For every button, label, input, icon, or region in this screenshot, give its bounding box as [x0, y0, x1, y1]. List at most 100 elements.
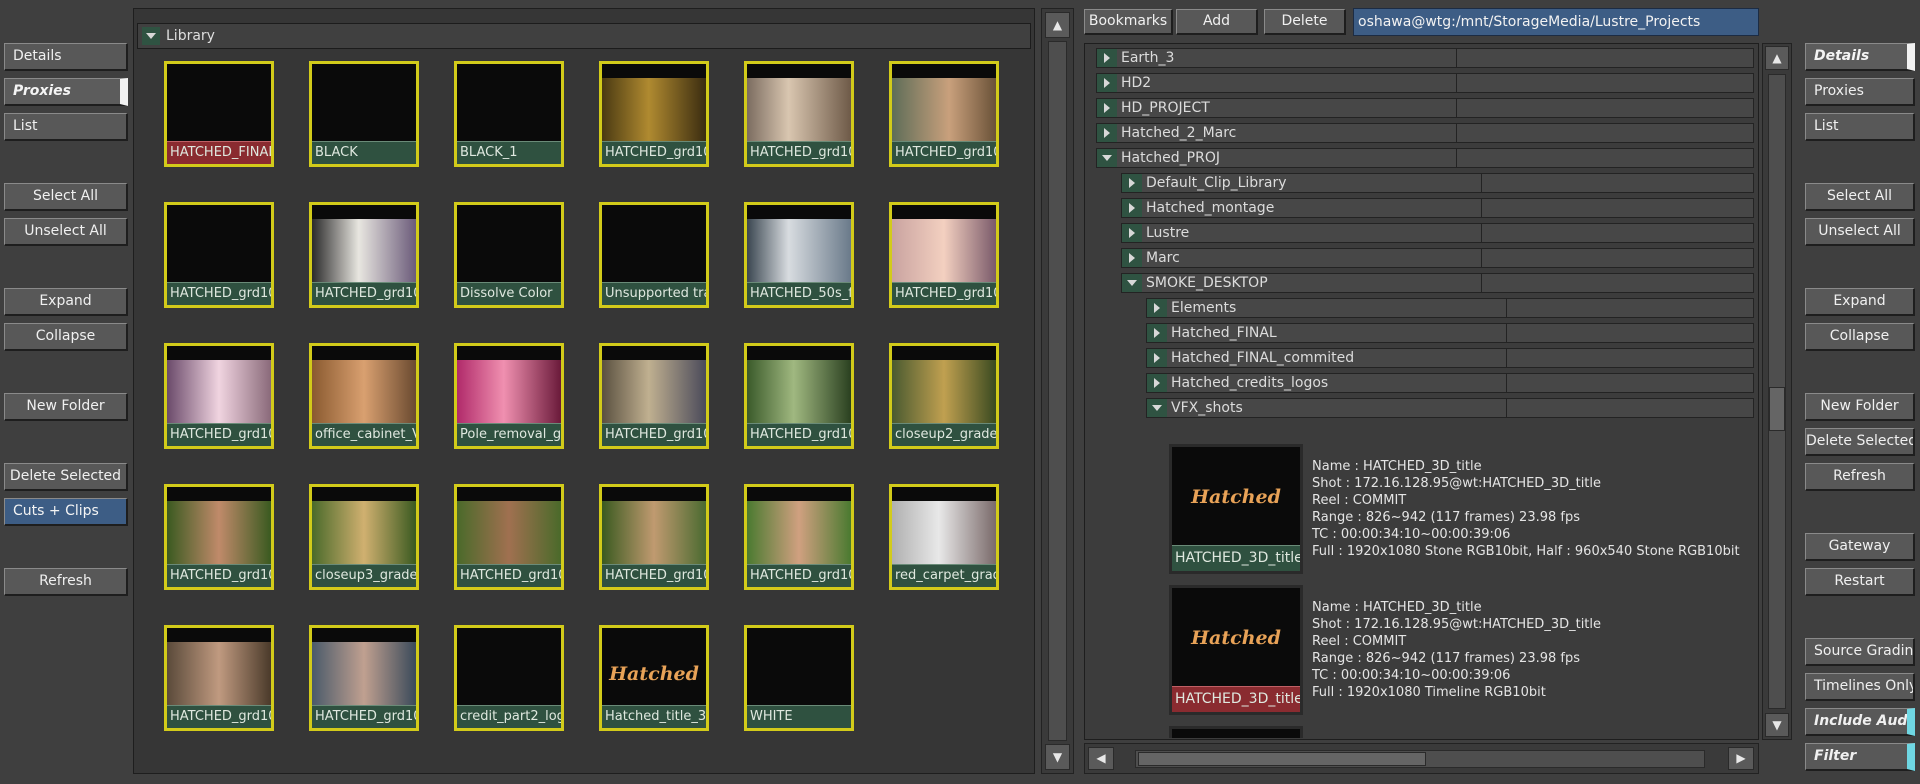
- clip-thumbnail[interactable]: HATCHED_grd10_9: [164, 484, 274, 590]
- tree-row[interactable]: Hatched_2_Marc: [1096, 123, 1754, 143]
- delete-bookmark-button[interactable]: Delete: [1264, 9, 1346, 35]
- scroll-down-icon[interactable]: ▼: [1045, 744, 1070, 770]
- right-expand-button[interactable]: Expand: [1805, 288, 1915, 316]
- clip-thumbnail[interactable]: HATCHED_grd10_1: [454, 484, 564, 590]
- browser-scroll-track[interactable]: [1768, 74, 1786, 709]
- select-all-button[interactable]: Select All: [4, 183, 128, 211]
- tree-row[interactable]: Hatched_PROJ: [1096, 148, 1754, 168]
- clip-thumbnail[interactable]: HATCHED_grd10_7: [599, 343, 709, 449]
- browser-scroll-up-icon[interactable]: ▲: [1765, 46, 1789, 70]
- scroll-track[interactable]: [1048, 41, 1067, 741]
- clip-thumbnail[interactable]: Unsupported trans: [599, 202, 709, 308]
- collapsed-arrow-icon[interactable]: [1147, 324, 1167, 342]
- tree-row[interactable]: Default_Clip_Library: [1121, 173, 1754, 193]
- collapsed-arrow-icon[interactable]: [1097, 99, 1117, 117]
- clip-thumbnail[interactable]: HATCHED_grd10_1: [599, 484, 709, 590]
- restart-button[interactable]: Restart: [1805, 568, 1915, 596]
- clip-thumbnail[interactable]: closeup2_graded_: [889, 343, 999, 449]
- collapsed-arrow-icon[interactable]: [1122, 199, 1142, 217]
- tree-row[interactable]: VFX_shots: [1146, 398, 1754, 418]
- right-select-all-button[interactable]: Select All: [1805, 183, 1915, 211]
- timelines-only-button[interactable]: Timelines Only: [1805, 673, 1915, 701]
- tree-row[interactable]: Hatched_FINAL_commited: [1146, 348, 1754, 368]
- collapsed-arrow-icon[interactable]: [1122, 249, 1142, 267]
- scroll-up-icon[interactable]: ▲: [1045, 12, 1070, 38]
- expand-button[interactable]: Expand: [4, 288, 128, 316]
- right-collapse-button[interactable]: Collapse: [1805, 323, 1915, 351]
- clip-thumbnail[interactable]: HATCHED_grd10_1: [164, 625, 274, 731]
- clip-thumbnail[interactable]: HATCHED_grd10_6: [164, 343, 274, 449]
- clip-thumbnail[interactable]: HATCHED_FINAL_M: [164, 61, 274, 167]
- library-header[interactable]: Library: [137, 23, 1031, 49]
- tree-row[interactable]: Earth_3: [1096, 48, 1754, 68]
- tree-row[interactable]: Hatched_montage: [1121, 198, 1754, 218]
- tree-row[interactable]: HD_PROJECT: [1096, 98, 1754, 118]
- h-scroll-thumb[interactable]: [1138, 752, 1426, 766]
- tree-row[interactable]: Hatched_credits_logos: [1146, 373, 1754, 393]
- scroll-left-icon[interactable]: ◀: [1088, 747, 1114, 770]
- add-bookmark-button[interactable]: Add: [1176, 9, 1258, 35]
- collapsed-arrow-icon[interactable]: [1122, 224, 1142, 242]
- clip-thumbnail[interactable]: red_carpet_grade: [889, 484, 999, 590]
- browser-scrollbar[interactable]: ▲ ▼: [1762, 43, 1792, 740]
- clip-thumbnail[interactable]: WHITE: [744, 625, 854, 731]
- filter-button[interactable]: Filter: [1805, 743, 1915, 771]
- right-proxies-button[interactable]: Proxies: [1805, 78, 1915, 106]
- collapsed-arrow-icon[interactable]: [1122, 174, 1142, 192]
- tree-row[interactable]: Marc: [1121, 248, 1754, 268]
- clip-thumbnail[interactable]: closeup3_graded_: [309, 484, 419, 590]
- browser-scroll-thumb[interactable]: [1769, 387, 1785, 431]
- gateway-button[interactable]: Gateway: [1805, 533, 1915, 561]
- tree-row[interactable]: SMOKE_DESKTOP: [1121, 273, 1754, 293]
- clip-thumbnail[interactable]: HATCHED_grd10_1: [309, 625, 419, 731]
- collapsed-arrow-icon[interactable]: [1097, 74, 1117, 92]
- tree-row[interactable]: Elements: [1146, 298, 1754, 318]
- right-new-folder-button[interactable]: New Folder: [1805, 393, 1915, 421]
- unselect-all-button[interactable]: Unselect All: [4, 218, 128, 246]
- new-folder-button[interactable]: New Folder: [4, 393, 128, 421]
- clip-thumbnail[interactable]: HATCHED_grd10_1: [744, 61, 854, 167]
- refresh-button[interactable]: Refresh: [4, 568, 128, 596]
- clip-thumbnail[interactable]: Dissolve Color: [454, 202, 564, 308]
- proxies-button[interactable]: Proxies: [4, 78, 128, 106]
- tree-row[interactable]: HD2: [1096, 73, 1754, 93]
- clip-detail-thumbnail[interactable]: Hatched HATCHED_3D_title: [1169, 585, 1303, 715]
- expanded-arrow-icon[interactable]: [1122, 274, 1142, 292]
- delete-selected-button[interactable]: Delete Selected: [4, 463, 128, 491]
- path-input[interactable]: oshawa@wtg:/mnt/StorageMedia/Lustre_Proj…: [1353, 8, 1759, 36]
- clip-thumbnail[interactable]: BLACK: [309, 61, 419, 167]
- clip-thumbnail[interactable]: HATCHED_grd10_2: [889, 61, 999, 167]
- clip-thumbnail[interactable]: BLACK_1: [454, 61, 564, 167]
- right-details-button[interactable]: Details: [1805, 43, 1915, 71]
- browser-h-scrollbar[interactable]: ◀ ▶: [1084, 743, 1759, 774]
- details-button[interactable]: Details: [4, 43, 128, 71]
- right-refresh-button[interactable]: Refresh: [1805, 463, 1915, 491]
- collapse-button[interactable]: Collapse: [4, 323, 128, 351]
- collapsed-arrow-icon[interactable]: [1147, 349, 1167, 367]
- clip-thumbnail[interactable]: Hatched Hatched_title_3D_: [599, 625, 709, 731]
- clip-detail-thumbnail[interactable]: Hatched HATCHED_3D_title: [1169, 444, 1303, 574]
- bookmarks-button[interactable]: Bookmarks: [1084, 9, 1173, 35]
- clip-thumbnail[interactable]: office_cabinet_VFX: [309, 343, 419, 449]
- include-audio-button[interactable]: Include Audio: [1805, 708, 1915, 736]
- collapsed-arrow-icon[interactable]: [1147, 374, 1167, 392]
- collapsed-arrow-icon[interactable]: [1097, 49, 1117, 67]
- collapsed-arrow-icon[interactable]: [1097, 124, 1117, 142]
- h-scroll-track[interactable]: [1135, 750, 1705, 768]
- clip-thumbnail[interactable]: Pole_removal_grad: [454, 343, 564, 449]
- clip-thumbnail[interactable]: HATCHED_grd10_1: [744, 484, 854, 590]
- clip-thumbnail[interactable]: HATCHED_grd10_8: [744, 343, 854, 449]
- clip-thumbnail[interactable]: HATCHED_grd10_4: [309, 202, 419, 308]
- browser-scroll-down-icon[interactable]: ▼: [1765, 713, 1789, 737]
- library-scrollbar[interactable]: ▲ ▼: [1041, 8, 1074, 774]
- clip-thumbnail[interactable]: HATCHED_grd10_3: [164, 202, 274, 308]
- expanded-arrow-icon[interactable]: [1097, 149, 1117, 167]
- right-unselect-all-button[interactable]: Unselect All: [1805, 218, 1915, 246]
- tree-row[interactable]: Lustre: [1121, 223, 1754, 243]
- clip-thumbnail[interactable]: HATCHED_50s_fina: [744, 202, 854, 308]
- clip-detail-thumbnail-partial[interactable]: [1169, 726, 1303, 738]
- list-button[interactable]: List: [4, 113, 128, 141]
- collapsed-arrow-icon[interactable]: [1147, 299, 1167, 317]
- expanded-arrow-icon[interactable]: [1147, 399, 1167, 417]
- clip-thumbnail[interactable]: HATCHED_grd10: [599, 61, 709, 167]
